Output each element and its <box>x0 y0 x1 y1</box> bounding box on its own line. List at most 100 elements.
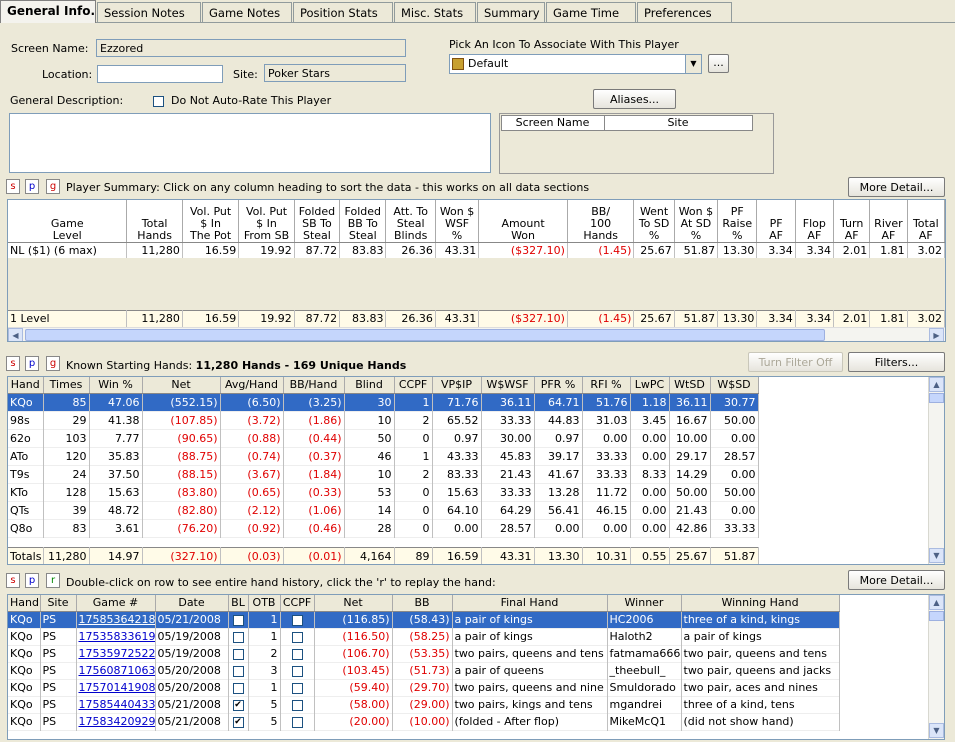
summary-col-pf-af[interactable]: PF AF <box>756 200 796 243</box>
table-row[interactable]: T9s 24 37.50 (88.15) (3.67) (1.84) 10 2 83.33 21.… <box>8 465 759 483</box>
history-col-game[interactable]: Game # <box>76 595 156 612</box>
history-scroll-thumb[interactable] <box>929 611 944 621</box>
table-row[interactable]: ATo 120 35.83 (88.75) (0.74) (0.37) 46 1 43.33 45… <box>8 447 759 465</box>
hands-col-bb-hand[interactable]: BB/Hand <box>283 377 345 394</box>
bl-checkbox[interactable] <box>232 631 244 643</box>
ccpf-checkbox[interactable] <box>291 648 303 660</box>
aliases-col-site[interactable]: Site <box>605 115 751 131</box>
hands-col-w-wsf[interactable]: W$WSF <box>481 377 535 394</box>
summary-col-pf-raise[interactable]: PF Raise % <box>717 200 758 243</box>
summary-col-total-hands[interactable]: Total Hands <box>126 200 183 243</box>
history-col-winning-hand[interactable]: Winning Hand <box>681 595 840 612</box>
history-filter-s[interactable]: s <box>6 573 20 588</box>
hands-col-w-sd[interactable]: W$SD <box>710 377 759 394</box>
tab-misc-stats[interactable]: Misc. Stats <box>394 2 476 22</box>
aliases-button[interactable]: Aliases... <box>593 89 676 109</box>
hands-col-blind[interactable]: Blind <box>344 377 395 394</box>
summary-scroll-thumb[interactable] <box>25 329 825 341</box>
table-row[interactable]: NL ($1) (6 max) 11,280 16.59 19.92 87.72 83.8… <box>8 242 945 258</box>
hands-vertical-scrollbar[interactable]: ▲ ▼ <box>928 377 944 564</box>
table-row[interactable]: 62o 103 7.77 (90.65) (0.88) (0.44) 50 0 0.97 30.0… <box>8 429 759 447</box>
table-row[interactable]: KQo PS 17583420929 05/21/2008 ✔ 5 (20.00) (10.0… <box>8 713 840 730</box>
screen-name-field[interactable]: Ezzored <box>96 39 406 57</box>
location-input[interactable] <box>97 65 223 83</box>
turn-filter-off-button[interactable]: Turn Filter Off <box>748 352 843 372</box>
icon-browse-button[interactable]: ... <box>708 54 729 73</box>
summary-col-total-af[interactable]: Total AF <box>907 200 945 243</box>
hands-col-ccpf[interactable]: CCPF <box>394 377 433 394</box>
scroll-up-arrow-icon[interactable]: ▲ <box>929 595 944 610</box>
table-row[interactable]: KQo PS 17535972522 05/19/2008 2 (106.70) (53.3… <box>8 645 840 662</box>
history-col-date[interactable]: Date <box>155 595 229 612</box>
hands-col-win[interactable]: Win % <box>89 377 143 394</box>
table-row[interactable]: KQo PS 17570141908 05/20/2008 1 (59.40) (29.70… <box>8 679 840 696</box>
hands-col-hand[interactable]: Hand <box>8 377 44 394</box>
ccpf-checkbox[interactable] <box>291 614 303 626</box>
summary-filter-p[interactable]: p <box>25 179 39 194</box>
history-col-site[interactable]: Site <box>40 595 77 612</box>
table-row[interactable]: KTo 128 15.63 (83.80) (0.65) (0.33) 53 0 15.63 33… <box>8 483 759 501</box>
history-col-hand[interactable]: Hand <box>8 595 41 612</box>
hands-filter-p[interactable]: p <box>25 356 39 371</box>
scroll-down-arrow-icon[interactable]: ▼ <box>929 548 944 563</box>
history-more-detail-button[interactable]: More Detail... <box>848 570 945 590</box>
hands-col-pfr[interactable]: PFR % <box>534 377 583 394</box>
summary-col-bb-100-hands[interactable]: BB/ 100 Hands <box>567 200 635 243</box>
tab-general-info[interactable]: General Info. <box>0 0 96 23</box>
summary-col-vol-put-in-the-pot[interactable]: Vol. Put $ In The Pot <box>182 200 240 243</box>
aliases-col-screen-name[interactable]: Screen Name <box>501 115 605 131</box>
table-row[interactable]: KQo PS 17585364218 05/21/2008 1 (116.85) (58.4… <box>8 611 840 628</box>
hands-scroll-thumb[interactable] <box>929 393 944 403</box>
tab-position-stats[interactable]: Position Stats <box>293 2 393 22</box>
summary-col-won-wsf[interactable]: Won $ WSF % <box>435 200 480 243</box>
hands-filter-g[interactable]: g <box>46 356 60 371</box>
game-number-link[interactable]: 17570141908 <box>79 681 155 694</box>
bl-checkbox[interactable]: ✔ <box>232 699 244 711</box>
table-row[interactable]: KQo PS 17535833619 05/19/2008 1 (116.50) (58.2… <box>8 628 840 645</box>
bl-checkbox[interactable] <box>232 665 244 677</box>
history-col-bb[interactable]: BB <box>392 595 453 612</box>
summary-filter-s[interactable]: s <box>6 179 20 194</box>
hands-col-times[interactable]: Times <box>43 377 90 394</box>
general-description-textarea[interactable] <box>9 113 491 173</box>
bl-checkbox[interactable]: ✔ <box>232 716 244 728</box>
table-row[interactable]: QTs 39 48.72 (82.80) (2.12) (1.06) 14 0 64.10 64.… <box>8 501 759 519</box>
history-col-net[interactable]: Net <box>314 595 393 612</box>
game-number-link[interactable]: 17585440433 <box>79 698 155 711</box>
summary-col-folded-bb-to-steal[interactable]: Folded BB To Steal <box>339 200 387 243</box>
history-filter-p[interactable]: p <box>25 573 39 588</box>
tab-game-notes[interactable]: Game Notes <box>202 2 292 22</box>
tab-summary[interactable]: Summary <box>477 2 545 22</box>
history-vertical-scrollbar[interactable]: ▲ ▼ <box>928 595 944 739</box>
history-col-final-hand[interactable]: Final Hand <box>452 595 608 612</box>
scroll-left-arrow-icon[interactable]: ◀ <box>8 328 23 341</box>
table-row[interactable]: KQo PS 17585440433 05/21/2008 ✔ 5 (58.00) (29.0… <box>8 696 840 713</box>
hands-filter-s[interactable]: s <box>6 356 20 371</box>
ccpf-checkbox[interactable] <box>291 631 303 643</box>
summary-col-flop-af[interactable]: Flop AF <box>795 200 835 243</box>
history-col-ccpf[interactable]: CCPF <box>280 595 315 612</box>
game-number-link[interactable]: 17560871063 <box>79 664 155 677</box>
hands-col-lwpc[interactable]: LwPC <box>630 377 670 394</box>
hands-col-avg-hand[interactable]: Avg/Hand <box>220 377 284 394</box>
summary-col-att-to-steal-blinds[interactable]: Att. To Steal Blinds <box>385 200 436 243</box>
ccpf-checkbox[interactable] <box>291 682 303 694</box>
summary-more-detail-button[interactable]: More Detail... <box>848 177 945 197</box>
table-row[interactable]: Q8o 83 3.61 (76.20) (0.92) (0.46) 28 0 0.00 28.57… <box>8 519 759 537</box>
ccpf-checkbox[interactable] <box>291 665 303 677</box>
game-number-link[interactable]: 17583420929 <box>79 715 155 728</box>
scroll-up-arrow-icon[interactable]: ▲ <box>929 377 944 392</box>
summary-col-turn-af[interactable]: Turn AF <box>833 200 871 243</box>
filters-button[interactable]: Filters... <box>848 352 945 372</box>
tab-session-notes[interactable]: Session Notes <box>97 2 201 22</box>
summary-col-won-at-sd[interactable]: Won $ At SD % <box>674 200 719 243</box>
summary-col-vol-put-in-from-sb[interactable]: Vol. Put $ In From SB <box>238 200 295 243</box>
summary-filter-g[interactable]: g <box>46 179 60 194</box>
hands-col-vp-ip[interactable]: VP$IP <box>432 377 482 394</box>
summary-col-folded-sb-to-steal[interactable]: Folded SB To Steal <box>294 200 341 243</box>
scroll-down-arrow-icon[interactable]: ▼ <box>929 723 944 738</box>
hands-col-rfi[interactable]: RFI % <box>582 377 631 394</box>
tab-game-time[interactable]: Game Time <box>546 2 636 22</box>
hands-total-row[interactable]: Totals 11,280 14.97 (327.10) (0.03) (0.01) 4,1… <box>8 547 759 564</box>
ccpf-checkbox[interactable] <box>291 716 303 728</box>
